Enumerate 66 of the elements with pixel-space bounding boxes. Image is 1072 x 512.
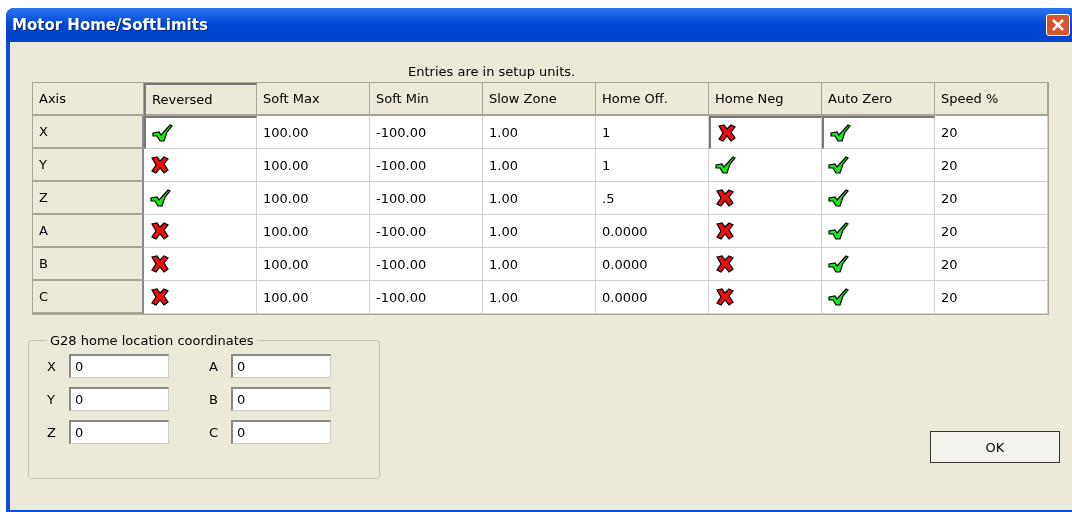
column-header: Home Neg (709, 83, 822, 116)
table-cell[interactable]: 100.00 (257, 248, 370, 281)
table-cell[interactable]: 0.0000 (596, 215, 709, 248)
axis-cell: B (33, 248, 144, 281)
column-header: Soft Min (370, 83, 483, 116)
table-cell[interactable]: 20 (935, 149, 1048, 182)
column-header: Speed % (935, 83, 1048, 116)
reversed-cell[interactable] (144, 116, 257, 149)
field-label: X (47, 358, 57, 374)
table-cell[interactable]: .5 (596, 182, 709, 215)
axis-cell: Z (33, 182, 144, 215)
group-title: G28 home location coordinates (49, 333, 255, 348)
table-cell[interactable]: 1 (596, 116, 709, 149)
close-icon (1051, 18, 1065, 32)
table-cell[interactable]: 20 (935, 281, 1048, 314)
table-cell[interactable]: -100.00 (370, 215, 483, 248)
axis-cell: Y (33, 149, 144, 182)
table-cell[interactable]: -100.00 (370, 116, 483, 149)
axis-cell: A (33, 215, 144, 248)
field-label: B (209, 391, 219, 407)
axis-cell: C (33, 281, 144, 314)
column-header: Reversed (144, 83, 257, 116)
input-field[interactable]: 0 (69, 354, 169, 378)
input-field[interactable]: 0 (231, 354, 331, 378)
input-field[interactable]: 0 (231, 420, 331, 444)
field-label: C (209, 424, 220, 440)
table-cell[interactable]: 20 (935, 182, 1048, 215)
table-cell[interactable]: 100.00 (257, 281, 370, 314)
table-cell[interactable]: 0.0000 (596, 248, 709, 281)
table-cell[interactable]: 1.00 (483, 149, 596, 182)
table-cell[interactable]: 1.00 (483, 116, 596, 149)
auto-zero-cell[interactable] (822, 116, 935, 149)
column-header: Slow Zone (483, 83, 596, 116)
table-cell[interactable]: 100.00 (257, 215, 370, 248)
table-cell[interactable]: 1.00 (483, 281, 596, 314)
ok-button[interactable]: OK (930, 431, 1060, 463)
table-cell[interactable]: 1.00 (483, 215, 596, 248)
field-label: A (209, 358, 219, 374)
table-cell[interactable]: 20 (935, 215, 1048, 248)
table-cell[interactable]: 100.00 (257, 182, 370, 215)
table-cell[interactable]: 1.00 (483, 182, 596, 215)
input-field[interactable]: 0 (69, 420, 169, 444)
table-cell[interactable]: -100.00 (370, 182, 483, 215)
table-cell[interactable]: -100.00 (370, 281, 483, 314)
column-header: Axis (33, 83, 144, 116)
table-cell[interactable]: 1.00 (483, 248, 596, 281)
input-field[interactable]: 0 (69, 387, 169, 411)
table-cell[interactable]: 1 (596, 149, 709, 182)
window-title: Motor Home/SoftLimits (12, 16, 208, 34)
column-header: Home Off. (596, 83, 709, 116)
column-header: Auto Zero (822, 83, 935, 116)
table-cell[interactable]: 100.00 (257, 149, 370, 182)
units-note: Entries are in setup units. (408, 64, 576, 79)
table-cell[interactable]: -100.00 (370, 248, 483, 281)
table-cell[interactable]: 0.0000 (596, 281, 709, 314)
input-field[interactable]: 0 (231, 387, 331, 411)
close-button[interactable] (1046, 14, 1070, 36)
field-label: Y (47, 391, 56, 407)
table-cell[interactable]: 100.00 (257, 116, 370, 149)
home-neg-cell[interactable] (709, 116, 822, 149)
axis-cell: X (33, 116, 144, 149)
table-cell[interactable]: 20 (935, 248, 1048, 281)
table-cell[interactable]: -100.00 (370, 149, 483, 182)
table-cell[interactable]: 20 (935, 116, 1048, 149)
column-header: Soft Max (257, 83, 370, 116)
field-label: Z (47, 424, 57, 440)
